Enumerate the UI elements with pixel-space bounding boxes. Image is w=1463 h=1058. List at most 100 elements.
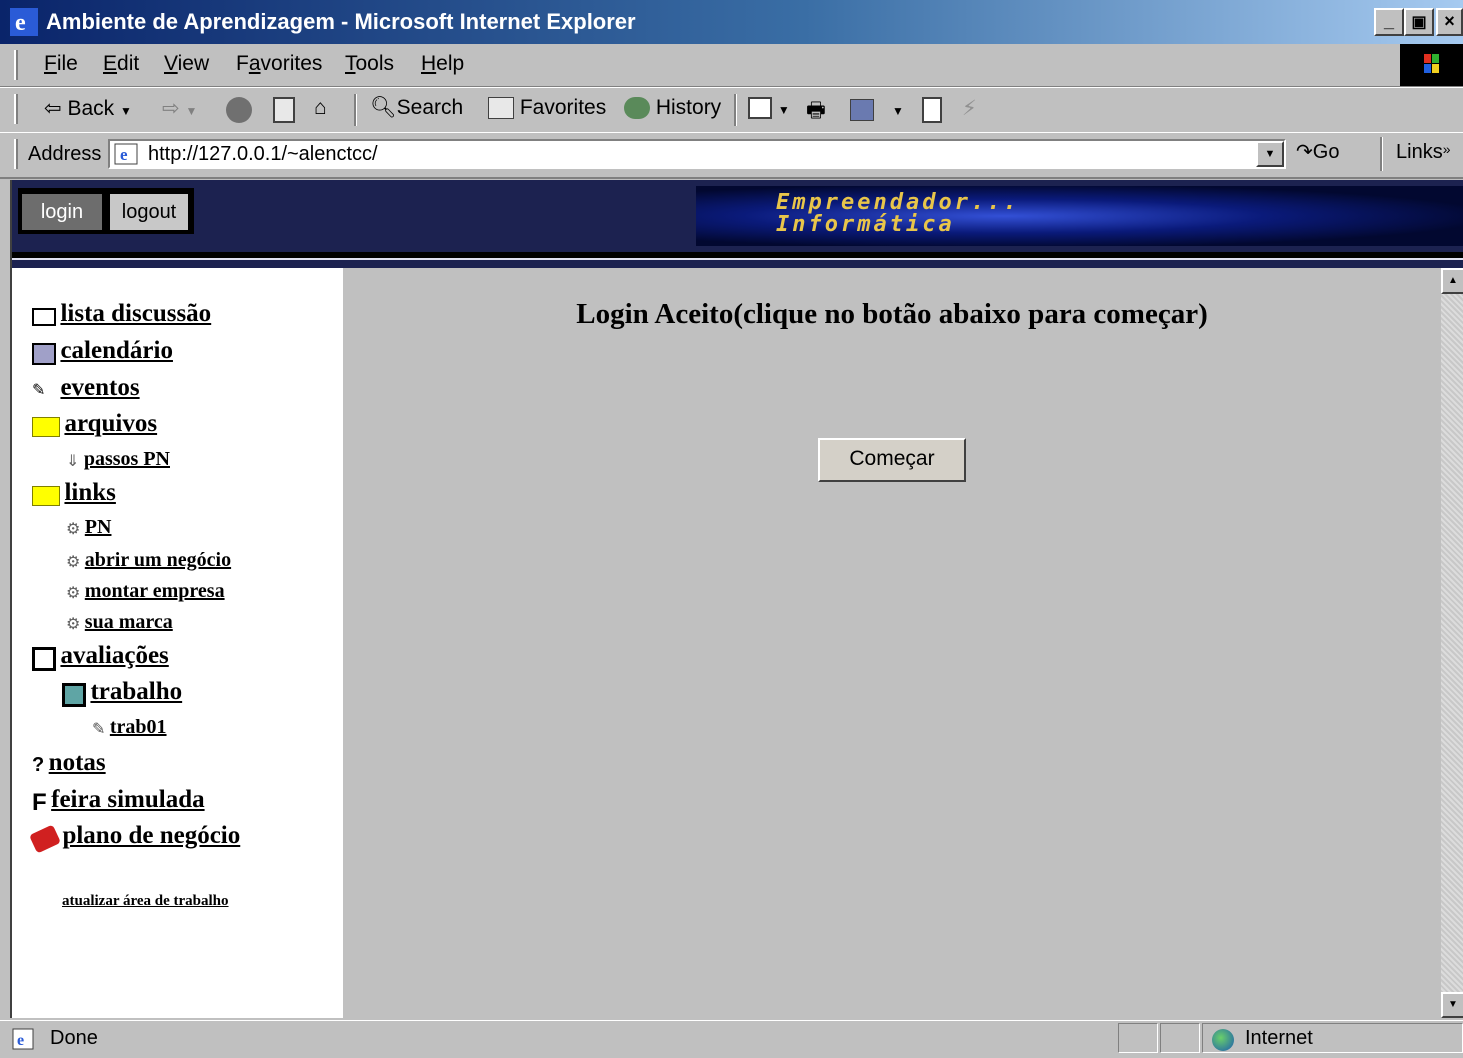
toolbar-separator [734, 94, 737, 126]
sidebar-item-passos-pn[interactable]: ⇓ passos PN [66, 448, 170, 471]
sidebar-item-trabalho[interactable]: trabalho [62, 678, 182, 707]
sidebar-item-abrir-negocio[interactable]: ⚙ abrir um negócio [66, 549, 231, 572]
menu-edit[interactable]: Edit [103, 52, 139, 76]
link-chain-icon: ⚙ [66, 553, 81, 571]
search-button[interactable]: 🔍︎Search [370, 96, 463, 120]
chevron-down-icon[interactable]: ▼ [892, 104, 904, 118]
edit-icon[interactable] [850, 99, 874, 121]
sidebar-item-avaliacoes[interactable]: avaliações [32, 642, 169, 671]
page-done-icon: e [12, 1028, 34, 1050]
address-separator [1380, 137, 1383, 171]
link-chain-icon: ⚙ [66, 520, 81, 538]
chevron-down-icon: ▼ [119, 104, 132, 118]
menu-tools[interactable]: Tools [345, 52, 394, 76]
maximize-button[interactable]: ▣ [1404, 8, 1434, 36]
sidebar-item-sua-marca[interactable]: ⚙ sua marca [66, 611, 173, 634]
sidebar-item-calendario[interactable]: calendário [32, 337, 173, 365]
sidebar-item-trab01[interactable]: ✎ trab01 [92, 716, 167, 739]
windows-flag-icon [1424, 54, 1439, 73]
menu-file[interactable]: File [44, 52, 78, 76]
assignment-icon: ✎ [92, 720, 106, 738]
header-divider-light [12, 258, 1463, 260]
letter-f-icon: F [32, 788, 47, 816]
sidebar-item-montar-empresa[interactable]: ⚙ montar empresa [66, 580, 225, 603]
search-icon: 🔍︎ [370, 96, 397, 119]
chevron-up-icon: ▲ [1448, 275, 1458, 286]
print-icon[interactable]: 🖶︎ [806, 96, 826, 131]
address-dropdown-button[interactable]: ▼ [1256, 141, 1284, 167]
status-pane [1118, 1023, 1158, 1053]
folder-icon [32, 485, 60, 506]
svg-text:e: e [17, 1032, 24, 1049]
logout-button[interactable]: logout [110, 194, 188, 230]
zone-text: Internet [1245, 1027, 1313, 1049]
sidebar-item-lista-discussao[interactable]: lista discussão [32, 300, 211, 328]
header-frame: login logout Empreendador... Informática [12, 180, 1463, 268]
site-banner: Empreendador... Informática [696, 186, 1463, 246]
chevron-right-icon: » [1442, 141, 1451, 157]
history-button[interactable]: History [624, 96, 721, 120]
address-input[interactable]: http://127.0.0.1/~alenctcc/ [108, 139, 1286, 169]
page-heading: Login Aceito(clique no botão abaixo para… [576, 298, 1208, 330]
close-button[interactable]: × [1436, 8, 1463, 36]
discuss-icon[interactable] [922, 97, 942, 123]
login-button[interactable]: login [22, 194, 102, 230]
messenger-icon[interactable]: ⚡︎ [962, 96, 977, 121]
globe-icon [1212, 1029, 1234, 1051]
favorites-button[interactable]: Favorites [488, 96, 606, 120]
window-title: Ambiente de Aprendizagem - Microsoft Int… [46, 9, 636, 34]
sidebar-item-eventos[interactable]: ✎ eventos [32, 374, 140, 402]
sidebar-item-feira-simulada[interactable]: F feira simulada [32, 786, 205, 817]
forward-button[interactable]: ⇨ ▼ [162, 96, 197, 121]
sidebar: lista discussão calendário ✎ eventos arq… [12, 268, 343, 1018]
home-icon[interactable]: ⌂ [314, 96, 327, 120]
folder-icon [32, 416, 60, 437]
menu-favorites[interactable]: Favorites [236, 52, 322, 76]
link-chain-icon: ⚙ [66, 615, 81, 633]
red-book-icon [28, 824, 62, 854]
scroll-up-button[interactable]: ▲ [1441, 268, 1463, 294]
sidebar-item-arquivos[interactable]: arquivos [32, 410, 157, 438]
sidebar-item-links[interactable]: links [32, 479, 116, 507]
main-frame: Login Aceito(clique no botão abaixo para… [343, 268, 1441, 1018]
stop-icon[interactable] [226, 97, 252, 123]
address-grip[interactable] [14, 139, 18, 169]
svg-text:e: e [120, 145, 128, 164]
pen-icon: ✎ [32, 381, 46, 399]
zone-pane [1202, 1023, 1463, 1053]
title-bar: e Ambiente de Aprendizagem - Microsoft I… [0, 0, 1463, 44]
favorites-icon [488, 97, 514, 120]
grid-icon [32, 646, 56, 671]
menubar-grip[interactable] [14, 50, 18, 80]
mail-button[interactable]: ▼ [748, 96, 790, 120]
banner-line-2: Informática [776, 212, 955, 237]
grades-icon: ? [32, 754, 45, 777]
refresh-workspace-link[interactable]: atualizar área de trabalho [62, 892, 229, 910]
chevron-down-icon: ▼ [777, 103, 790, 117]
message-icon [32, 307, 56, 326]
menu-view[interactable]: View [164, 52, 209, 76]
sidebar-item-pn[interactable]: ⚙ PN [66, 516, 111, 539]
chevron-down-icon: ▼ [1264, 148, 1276, 160]
links-button[interactable]: Links» [1396, 141, 1451, 164]
back-button[interactable]: ⇦ Back ▼ [44, 96, 132, 121]
minimize-button[interactable]: _ [1374, 8, 1404, 36]
go-button[interactable]: ↷Go [1296, 139, 1339, 164]
chevron-down-icon: ▼ [1448, 999, 1458, 1010]
sidebar-item-notas[interactable]: ? notas [32, 749, 106, 777]
toolbar-grip[interactable] [14, 94, 18, 124]
windows-logo [1400, 44, 1463, 86]
scroll-down-button[interactable]: ▼ [1441, 992, 1463, 1018]
status-text: Done [50, 1027, 98, 1049]
calendar-icon [32, 342, 56, 365]
toolbar-separator [354, 94, 357, 126]
refresh-icon[interactable] [273, 97, 295, 123]
menu-help[interactable]: Help [421, 52, 464, 76]
login-box: login logout [18, 188, 194, 234]
menu-bar [0, 44, 1463, 87]
history-icon [624, 97, 650, 120]
vertical-scrollbar[interactable]: ▲ ▼ [1441, 268, 1463, 1018]
start-button[interactable]: Começar [818, 438, 966, 482]
sidebar-item-plano-negocio[interactable]: plano de negócio [28, 822, 240, 854]
standard-toolbar [0, 87, 1463, 133]
